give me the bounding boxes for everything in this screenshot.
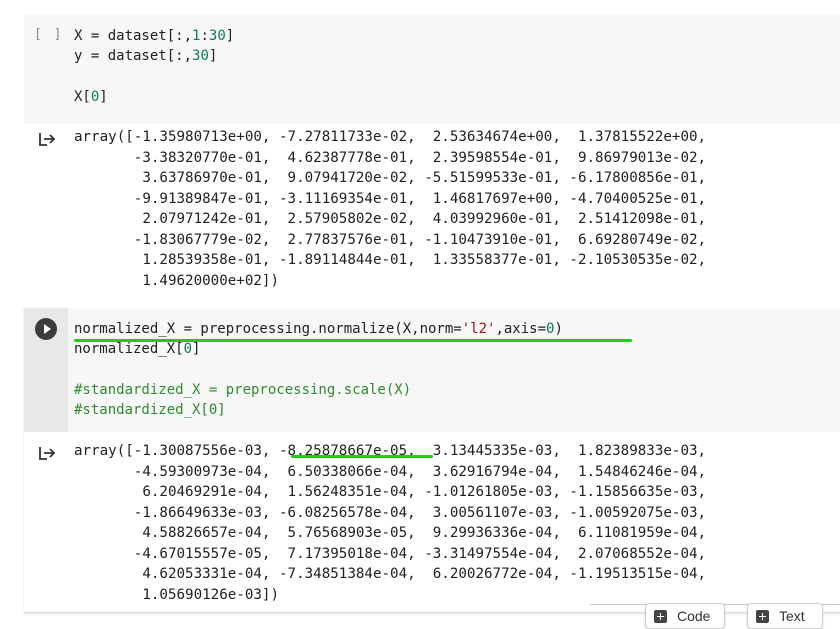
- add-text-button[interactable]: Text: [747, 603, 823, 629]
- code-token: ]: [225, 28, 235, 44]
- code-editor-2[interactable]: normalized_X = preprocessing.normalize(X…: [74, 319, 563, 420]
- cell-execution-status[interactable]: [ ]: [34, 27, 63, 42]
- code-token: ]: [99, 88, 108, 105]
- code-token: ,axis=: [495, 321, 547, 337]
- code-token: normalized_X[: [74, 341, 184, 358]
- code-token: X = dataset[:,: [74, 28, 193, 44]
- add-text-label: Text: [779, 608, 805, 624]
- cell-output-2: array([-1.30087556e-03, -8.25878667e-05,…: [74, 443, 707, 603]
- annotation-underline: [74, 339, 632, 342]
- code-comment: #standardized_X[0]: [74, 402, 226, 419]
- code-number: 30: [192, 48, 209, 65]
- add-code-label: Code: [677, 608, 711, 624]
- code-token: y = dataset[:,: [74, 48, 193, 65]
- code-token: ): [554, 321, 563, 337]
- code-editor-1[interactable]: X = dataset[:,1:30] y = dataset[:,30] X[…: [74, 26, 234, 107]
- code-comment: #standardized_X = preprocessing.scale(X): [74, 381, 412, 398]
- code-number: 30: [208, 28, 226, 44]
- play-circle-icon[interactable]: [35, 318, 57, 340]
- plus-box-icon: [654, 609, 667, 623]
- output-arrow-icon[interactable]: [38, 131, 56, 147]
- code-token: :: [200, 28, 209, 44]
- code-number: 0: [183, 341, 193, 358]
- code-token: ]: [208, 48, 218, 65]
- plus-box-icon: [756, 609, 769, 623]
- code-string: 'l2': [461, 321, 496, 337]
- add-code-button[interactable]: Code: [645, 603, 725, 629]
- output-arrow-icon[interactable]: [38, 445, 56, 461]
- cell-output-1: array([-1.35980713e+00, -7.27811733e-02,…: [74, 129, 707, 289]
- annotation-underline: [291, 455, 433, 458]
- code-token: normalized_X = preprocessing.normalize(X…: [74, 321, 462, 337]
- code-token: ]: [192, 341, 201, 358]
- code-token: X[: [74, 88, 91, 105]
